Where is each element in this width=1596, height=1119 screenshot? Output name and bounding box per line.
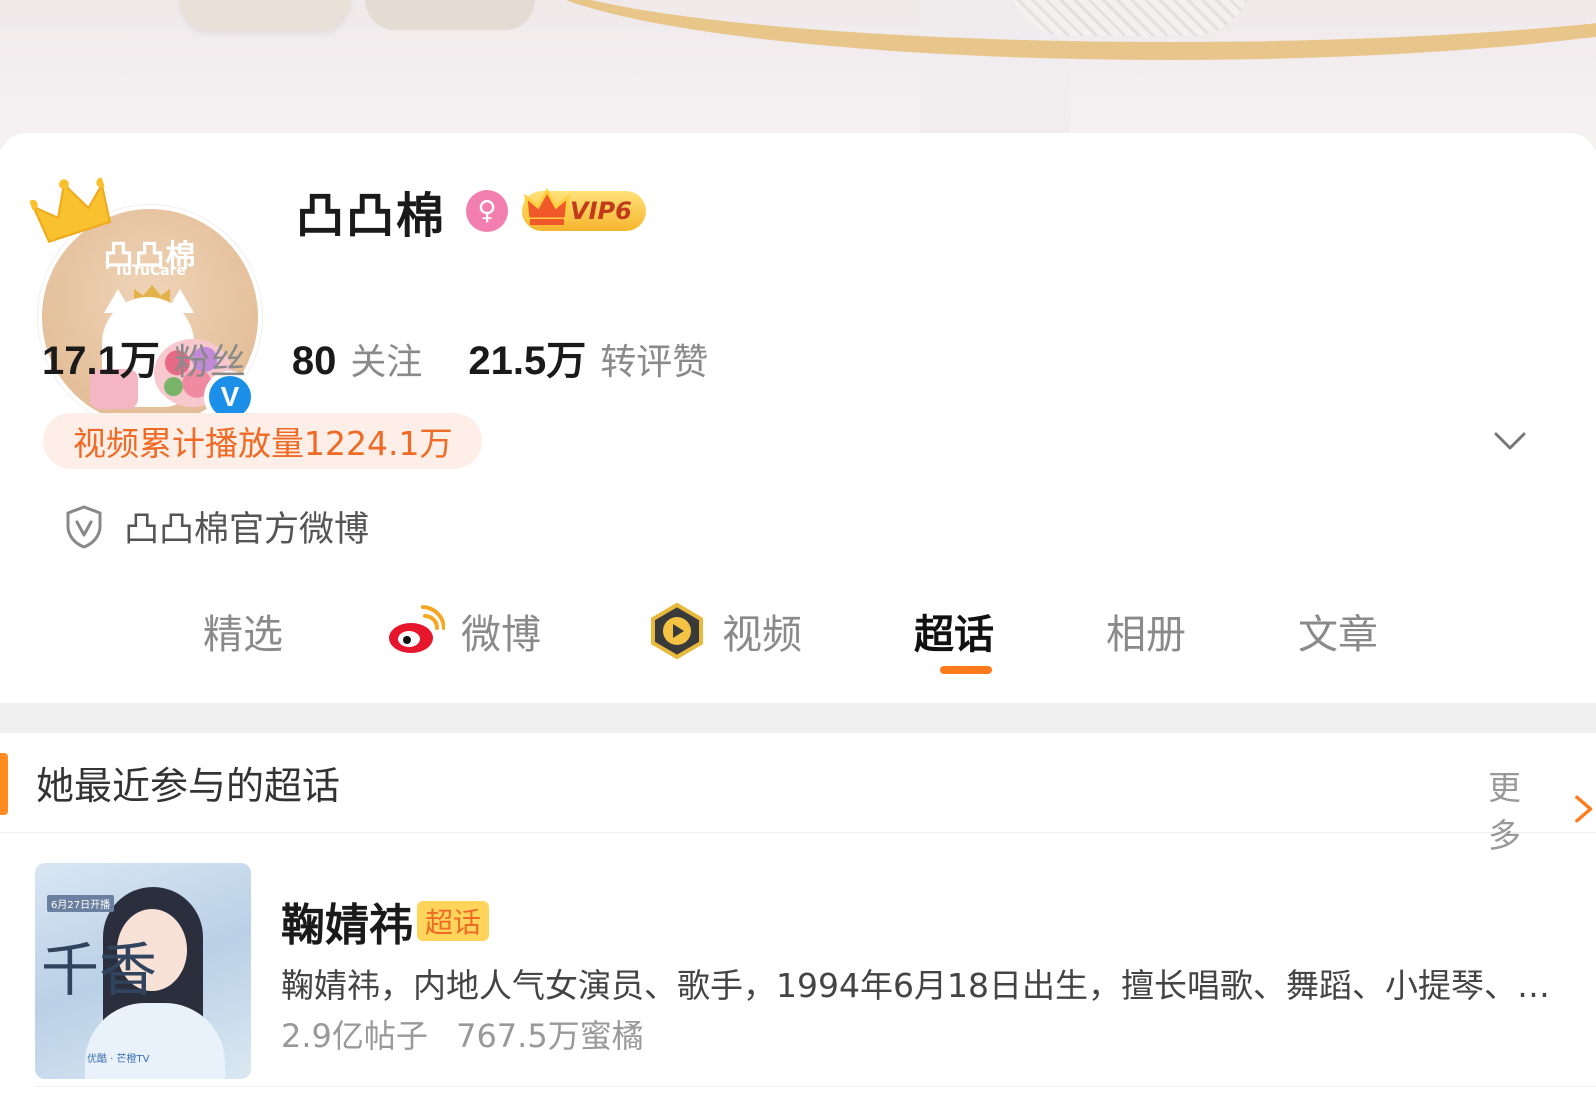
list-divider <box>35 1086 1596 1087</box>
section-accent-bar <box>0 753 8 815</box>
profile-cover-banner[interactable] <box>0 0 1596 150</box>
tab-album[interactable]: 相册 <box>1106 593 1186 669</box>
section-header: 她最近参与的超话 更多 <box>0 733 1596 855</box>
tab-articles[interactable]: 文章 <box>1298 593 1378 669</box>
stat-label: 粉丝 <box>173 342 246 383</box>
banner-decoration <box>520 0 1596 60</box>
stat-label: 转评赞 <box>600 342 709 383</box>
supertopic-cover-image[interactable]: 6月27日开播 千香 优酷 · 芒橙TV <box>35 863 251 1079</box>
cover-date-tag: 6月27日开播 <box>47 895 115 912</box>
section-divider <box>0 703 1596 733</box>
video-play-icon <box>651 602 703 660</box>
chevron-down-icon[interactable] <box>1490 421 1530 461</box>
tab-label: 视频 <box>722 612 802 658</box>
stat-value: 80 <box>291 339 337 383</box>
stat-followers[interactable]: 17.1万 粉丝 <box>42 328 246 386</box>
supertopic-title-row: 鞠婧祎 超话 <box>281 889 490 953</box>
supertopic-badge: 超话 <box>417 901 490 941</box>
weibo-icon <box>389 605 445 653</box>
banner-decoration <box>365 0 535 30</box>
tab-label: 文章 <box>1298 612 1378 658</box>
supertopic-fan-count: 767.5万蜜橘 <box>456 1017 644 1055</box>
profile-stats: 17.1万 粉丝 80 关注 21.5万 转评赞 <box>42 328 754 386</box>
video-plays-badge[interactable]: 视频累计播放量1224.1万 <box>43 413 483 469</box>
chevron-right-icon <box>1574 795 1592 823</box>
tab-weibo[interactable]: 微博 <box>387 593 541 669</box>
profile-name: 凸凸棉 <box>296 188 447 244</box>
vip-level-label: VIP6 <box>570 197 632 225</box>
tab-label: 超话 <box>914 612 994 658</box>
section-title: 她最近参与的超话 <box>36 764 341 808</box>
supertopic-description: 鞠婧祎，内地人气女演员、歌手，1994年6月18日出生，擅长唱歌、舞蹈、小提琴、… <box>281 966 1550 1005</box>
banner-decoration <box>180 0 350 30</box>
profile-card: 凸凸棉 TuTuCare V 凸凸棉 ♀ VIP6 17.1万 粉丝 80 关注… <box>0 133 1596 703</box>
supertopic-name: 鞠婧祎 <box>281 900 413 951</box>
official-description: 凸凸棉官方微博 <box>124 510 370 550</box>
vip-level-badge[interactable]: VIP6 <box>522 187 646 231</box>
vip-crown-icon <box>524 187 570 225</box>
tab-label: 相册 <box>1106 612 1186 658</box>
avatar-container[interactable]: 凸凸棉 TuTuCare V <box>27 177 262 429</box>
stat-value: 21.5万 <box>468 339 587 383</box>
tab-featured[interactable]: 精选 <box>203 593 283 669</box>
tab-video[interactable]: 视频 <box>648 593 802 669</box>
more-link[interactable]: 更多 <box>1488 761 1596 857</box>
supertopic-item[interactable]: 6月27日开播 千香 优酷 · 芒橙TV 鞠婧祎 超话 鞠婧祎，内地人气女演员、… <box>35 863 1596 1103</box>
cover-platform-tags: 优酷 · 芒橙TV <box>87 1054 150 1065</box>
more-label: 更多 <box>1488 768 1521 855</box>
stat-following[interactable]: 80 关注 <box>292 333 423 385</box>
active-tab-indicator <box>940 666 992 674</box>
tab-supertopic[interactable]: 超话 <box>914 593 994 669</box>
stat-interactions[interactable]: 21.5万 转评赞 <box>468 328 708 386</box>
official-verification-row: 凸凸棉官方微博 <box>64 501 369 552</box>
supertopic-meta: 2.9亿帖子 767.5万蜜橘 <box>281 1011 662 1057</box>
stat-label: 关注 <box>350 342 423 383</box>
tab-label: 微博 <box>461 612 541 658</box>
name-row: 凸凸棉 ♀ VIP6 <box>296 181 646 244</box>
gender-female-icon: ♀ <box>466 190 509 232</box>
cover-calligraphy: 千香 <box>41 936 158 1004</box>
supertopic-post-count: 2.9亿帖子 <box>281 1017 428 1055</box>
supertopic-section: 她最近参与的超话 更多 6月27日开播 千香 优酷 · 芒橙TV 鞠婧祎 超话 … <box>0 733 1596 1119</box>
avatar-brand-en-text: TuTuCare <box>113 263 187 279</box>
stat-value: 17.1万 <box>42 339 160 383</box>
shield-verified-icon <box>66 505 102 548</box>
profile-tabs: 精选 微博 视频 超话 相册 文章 <box>0 593 1596 689</box>
tab-label: 精选 <box>203 612 283 658</box>
